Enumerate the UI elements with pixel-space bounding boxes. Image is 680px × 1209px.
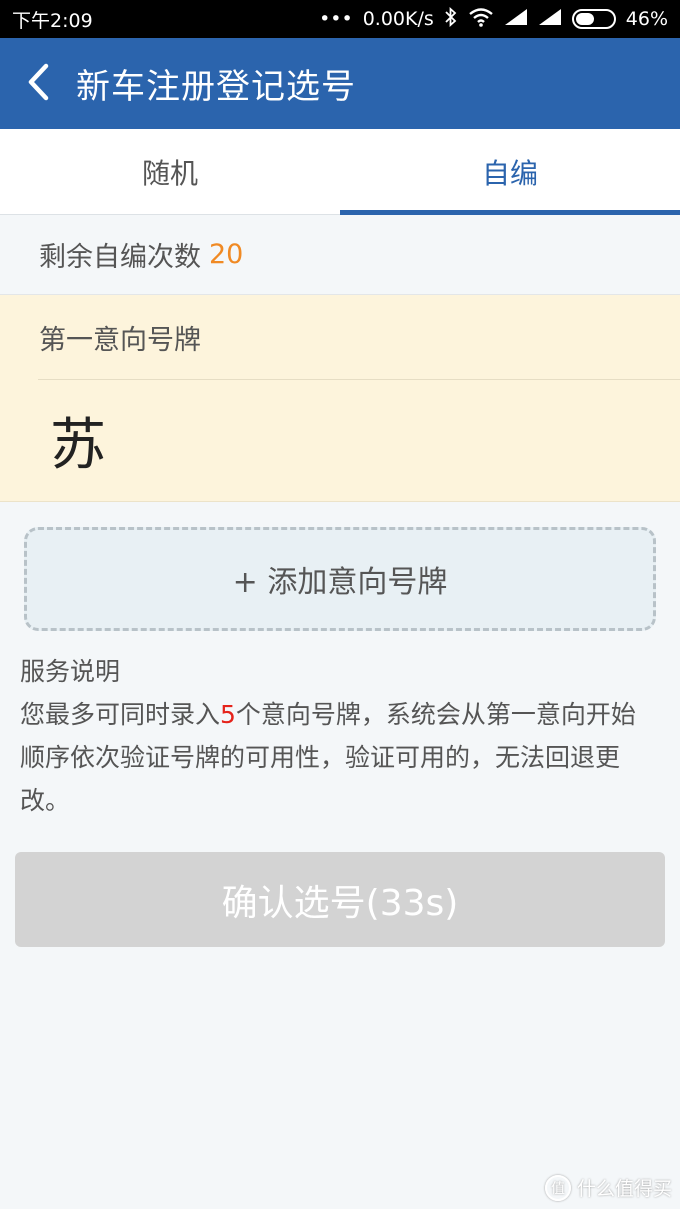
confirm-button[interactable]: 确认选号(33s)	[15, 852, 665, 947]
tab-random[interactable]: 随机	[0, 129, 340, 214]
add-plate-button[interactable]: + 添加意向号牌	[24, 527, 656, 631]
divider	[38, 379, 680, 380]
tab-label: 随机	[141, 156, 198, 190]
service-description: 服务说明 您最多可同时录入5个意向号牌，系统会从第一意向开始顺序依次验证号牌的可…	[20, 650, 660, 822]
page-title: 新车注册登记选号	[76, 67, 356, 107]
plate-input[interactable]: 苏	[50, 395, 106, 485]
tab-bar: 随机 自编	[0, 129, 680, 215]
app-bar: 新车注册登记选号	[0, 38, 680, 129]
back-button[interactable]	[0, 38, 76, 129]
network-speed: 0.00K/s	[362, 8, 434, 30]
remaining-label: 剩余自编次数	[39, 242, 201, 273]
tab-label: 自编	[481, 156, 538, 190]
signal-icon	[504, 8, 528, 31]
signal-icon	[538, 8, 562, 31]
battery-percent: 46%	[625, 8, 668, 30]
chevron-left-icon	[26, 63, 50, 105]
tab-custom[interactable]: 自编	[340, 129, 680, 215]
bluetooth-icon	[444, 6, 458, 32]
dots-icon: •••	[319, 7, 353, 30]
status-bar: 下午2:09 ••• 0.00K/s 46%	[0, 0, 680, 38]
wifi-icon	[468, 7, 494, 32]
service-title: 服务说明	[20, 657, 121, 686]
status-time: 下午2:09	[12, 9, 93, 32]
service-body: 您最多可同时录入5个意向号牌，系统会从第一意向开始顺序依次验证号牌的可用性，验证…	[20, 693, 660, 822]
plate-card: 第一意向号牌 苏	[0, 295, 680, 502]
remaining-count: 20	[209, 239, 244, 270]
zhi-logo-icon: 值	[544, 1174, 571, 1201]
watermark-text: 什么值得买	[576, 1178, 672, 1200]
service-highlight: 5	[220, 700, 236, 729]
battery-icon	[571, 9, 616, 29]
remaining-count-row: 剩余自编次数 20	[0, 215, 680, 295]
service-text: 您最多可同时录入	[20, 700, 221, 729]
plate-label: 第一意向号牌	[39, 324, 201, 356]
watermark: 值 什么值得买	[544, 1174, 672, 1201]
